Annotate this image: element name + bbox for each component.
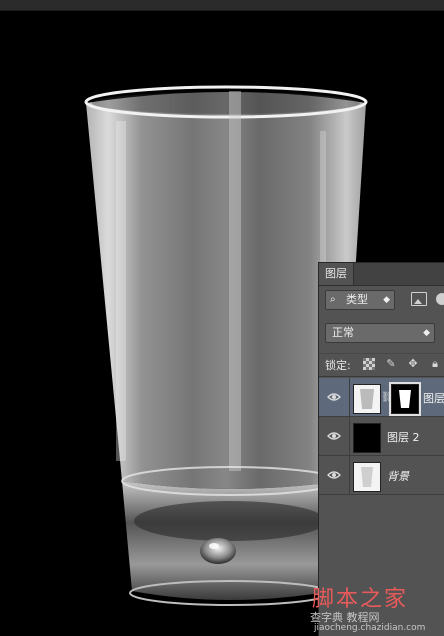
- updown-arrows-icon: ◆: [423, 328, 430, 338]
- panel-tab-bar: 图层: [319, 263, 444, 286]
- layer-row-background[interactable]: 背景: [319, 456, 444, 495]
- eye-icon[interactable]: [327, 429, 341, 443]
- lock-row: 锁定: ✎ ✥ 🔒︎: [319, 353, 444, 377]
- layer-name: 图层 2: [387, 431, 420, 444]
- eye-icon[interactable]: [327, 390, 341, 404]
- chain-link-icon[interactable]: ⛓: [381, 392, 394, 404]
- layer-thumbnail: [353, 423, 381, 453]
- circle-filter-icon[interactable]: [436, 293, 444, 305]
- lock-label: 锁定:: [325, 359, 351, 372]
- move-icon[interactable]: ✥: [407, 358, 419, 370]
- divider: [349, 417, 350, 455]
- layer-row-2[interactable]: 图层 2: [319, 417, 444, 456]
- layer-row-1[interactable]: ⛓ 图层: [319, 378, 444, 417]
- layer-name: 背景: [387, 470, 409, 483]
- blend-mode-row: 正常 ◆: [319, 321, 444, 345]
- top-strip: [0, 0, 444, 11]
- layer-thumbnail: [353, 384, 381, 414]
- blend-mode-label: 正常: [332, 326, 354, 339]
- watermark: 脚本之家 查字典 教程网 jiaocheng.chazidian.com: [300, 575, 444, 635]
- image-filter-icon[interactable]: [411, 292, 427, 306]
- layer-filter-row: ⌕ 类型 ◆: [319, 287, 444, 313]
- brush-icon[interactable]: ✎: [385, 358, 397, 370]
- lock-transparency-icon[interactable]: [363, 358, 375, 370]
- eye-icon[interactable]: [327, 468, 341, 482]
- layer-thumbnail: [353, 462, 381, 492]
- layer-name: 图层: [423, 392, 444, 405]
- lock-icon[interactable]: 🔒︎: [429, 358, 441, 370]
- watermark-url: jiaocheng.chazidian.com: [314, 623, 426, 633]
- layer-mask-thumbnail[interactable]: [389, 382, 421, 416]
- blend-mode-select[interactable]: 正常 ◆: [325, 323, 435, 343]
- divider: [349, 456, 350, 494]
- tab-layers[interactable]: 图层: [319, 263, 354, 285]
- search-icon: ⌕: [330, 294, 336, 305]
- filter-kind-label: 类型: [346, 293, 368, 306]
- filter-kind-select[interactable]: ⌕ 类型 ◆: [325, 290, 395, 310]
- updown-arrows-icon: ◆: [383, 295, 390, 305]
- divider: [349, 378, 350, 416]
